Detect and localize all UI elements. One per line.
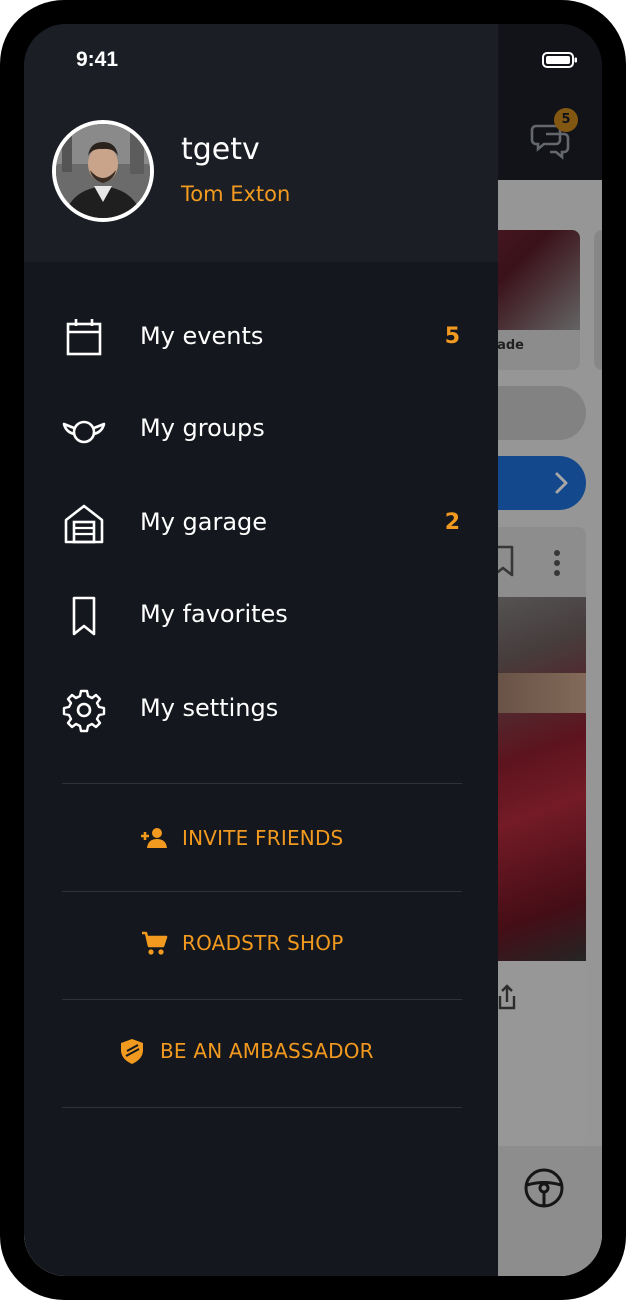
action-label: BE AN AMBASSADOR (160, 1039, 374, 1063)
menu-item-label: My settings (140, 694, 279, 722)
avatar[interactable] (52, 120, 154, 222)
shield-icon (121, 1039, 143, 1064)
bookmark-icon (72, 596, 96, 636)
full-name: Tom Exton (181, 182, 291, 206)
gear-icon (62, 689, 106, 733)
menu-item-my-groups[interactable]: My groups (24, 390, 498, 470)
menu-item-count: 2 (444, 510, 460, 535)
status-time: 9:41 (76, 48, 119, 71)
roadstr-shop-button[interactable]: ROADSTR SHOP (62, 915, 462, 975)
username: tgetv (181, 132, 260, 167)
action-label: ROADSTR SHOP (182, 931, 344, 955)
divider (62, 891, 462, 892)
groups-icon (62, 420, 106, 444)
battery-icon (542, 52, 577, 68)
divider (62, 999, 462, 1000)
menu-item-label: My groups (140, 414, 265, 442)
invite-friends-button[interactable]: INVITE FRIENDS (62, 810, 462, 870)
garage-icon (64, 504, 104, 544)
navigation-drawer: tgetv Tom Exton 9:41 My events 5 My grou… (24, 24, 498, 1276)
calendar-icon (66, 319, 102, 356)
screen: 5 ade tgetv Tom Exton 9:41 My events 5 M… (24, 24, 602, 1276)
be-an-ambassador-button[interactable]: BE AN AMBASSADOR (62, 1023, 462, 1083)
menu-item-my-settings[interactable]: My settings (24, 670, 498, 750)
menu-item-label: My garage (140, 508, 268, 536)
menu-item-label: My favorites (140, 600, 288, 628)
phone-frame: 5 ade tgetv Tom Exton 9:41 My events 5 M… (0, 0, 626, 1300)
cart-icon (142, 931, 168, 955)
divider (62, 783, 462, 784)
divider (62, 1107, 462, 1108)
action-label: INVITE FRIENDS (182, 826, 344, 850)
menu-item-my-garage[interactable]: My garage 2 (24, 484, 498, 564)
profile-photo (56, 124, 150, 218)
menu-item-my-favorites[interactable]: My favorites (24, 576, 498, 656)
menu-item-my-events[interactable]: My events 5 (24, 298, 498, 378)
menu-item-count: 5 (444, 324, 460, 349)
menu-item-label: My events (140, 322, 264, 350)
add-person-icon (141, 828, 167, 848)
